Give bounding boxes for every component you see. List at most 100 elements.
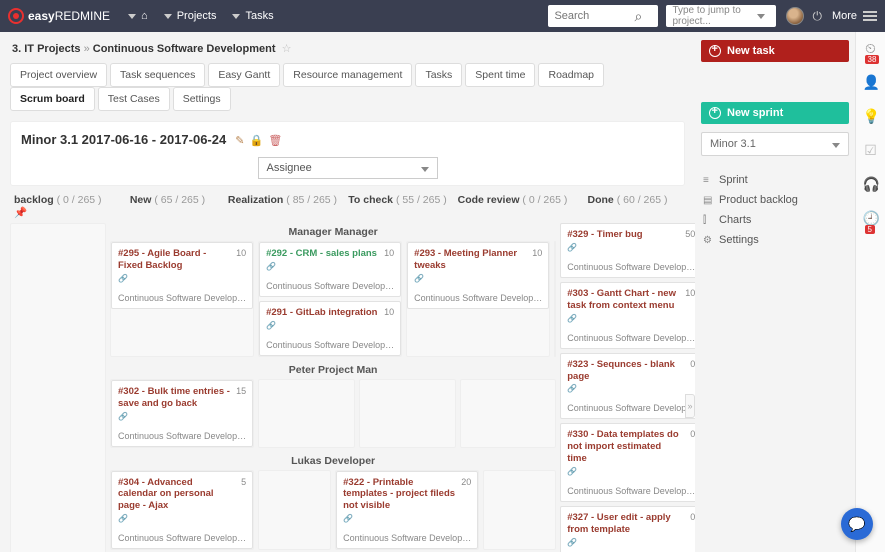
tab-settings[interactable]: Settings [173, 87, 231, 111]
tab-project-overview[interactable]: Project overview [10, 63, 107, 87]
right-iconbar: ⏲38 👤 💡 ☑ 🎧 🕘5 [855, 32, 885, 552]
task-card[interactable]: #302 - Bulk time entries - save and go b… [111, 380, 253, 447]
headset-icon[interactable]: 🎧 [863, 176, 879, 192]
task-card[interactable]: #327 - User edit - apply from template0🔗… [560, 506, 695, 552]
col-header-backlog: backlog ( 0 / 265 ) 📌 [10, 194, 110, 219]
task-card[interactable]: #293 - Meeting Planner tweaks10🔗Continuo… [407, 242, 549, 309]
lane-new[interactable]: #295 - Agile Board - Fixed Backlog10🔗Con… [110, 241, 254, 357]
chevron-down-icon [164, 14, 172, 19]
lane-codereview[interactable] [483, 470, 556, 551]
menu-backlog[interactable]: ▤Product backlog [701, 190, 849, 210]
search-box[interactable] [548, 5, 658, 27]
link-icon: 🔗 [118, 514, 246, 523]
lane-codereview[interactable] [554, 241, 556, 357]
search-input[interactable] [554, 10, 634, 22]
task-card[interactable]: #304 - Advanced calendar on personal pag… [111, 471, 253, 550]
link-icon: 🔗 [567, 538, 695, 547]
breadcrumb-prefix: 3. [12, 43, 21, 55]
assignee-select[interactable]: Assignee [258, 157, 438, 179]
link-icon: 🔗 [567, 243, 695, 252]
tab-scrum-board[interactable]: Scrum board [10, 87, 95, 111]
tab-task-sequences[interactable]: Task sequences [110, 63, 205, 87]
task-card[interactable]: #295 - Agile Board - Fixed Backlog10🔗Con… [111, 242, 253, 309]
home-icon: ⌂ [141, 10, 148, 22]
tab-roadmap[interactable]: Roadmap [538, 63, 604, 87]
project-tabs: Project overviewTask sequencesEasy Gantt… [10, 63, 685, 111]
lane-tocheck[interactable]: #322 - Printable templates - project fil… [335, 470, 479, 551]
card-title: #322 - Printable templates - project fil… [343, 477, 471, 513]
search-icon[interactable] [634, 8, 642, 25]
breadcrumb-current[interactable]: Continuous Software Development [93, 43, 276, 55]
card-title: #304 - Advanced calendar on personal pag… [118, 477, 246, 513]
link-icon: 🔗 [118, 412, 246, 421]
edit-icon[interactable]: ✎ [235, 135, 244, 147]
new-task-button[interactable]: New task [701, 40, 849, 62]
collapse-handle[interactable]: » [685, 394, 695, 418]
bulb-icon[interactable]: 💡 [863, 108, 879, 124]
nav-dropdown-projects[interactable]: Projects [164, 10, 217, 22]
sprint-select[interactable]: Minor 3.1 [701, 132, 849, 156]
gauge-icon[interactable]: ⏲38 [863, 40, 879, 56]
task-card[interactable]: #291 - GitLab integration10🔗Continuous S… [259, 301, 401, 356]
card-project: Continuous Software Develop… [567, 403, 695, 413]
card-title: #292 - CRM - sales plans [266, 248, 394, 260]
plus-icon [709, 107, 721, 119]
card-project: Continuous Software Develop… [266, 281, 394, 291]
lane-tocheck[interactable]: #293 - Meeting Planner tweaks10🔗Continuo… [406, 241, 550, 357]
power-icon[interactable] [812, 9, 822, 24]
user-icon[interactable]: 👤 [863, 74, 879, 90]
link-icon: 🔗 [567, 384, 695, 393]
backlog-lane[interactable] [10, 223, 106, 552]
lane-realization[interactable]: #292 - CRM - sales plans10🔗Continuous So… [258, 241, 402, 357]
menu-sprint[interactable]: ≡Sprint [701, 170, 849, 190]
lock-icon[interactable]: 🔒 [250, 135, 264, 147]
card-points: 15 [236, 386, 246, 396]
nav-tasks-label: Tasks [245, 10, 273, 22]
menu-settings[interactable]: ⚙Settings [701, 230, 849, 250]
lane-realization[interactable] [258, 379, 355, 448]
nav-dropdown-home[interactable]: ⌂ [128, 10, 148, 22]
check-icon[interactable]: ☑ [863, 142, 879, 158]
hamburger-icon[interactable] [863, 9, 877, 23]
tab-tasks[interactable]: Tasks [415, 63, 462, 87]
new-sprint-button[interactable]: New sprint [701, 102, 849, 124]
tab-resource-management[interactable]: Resource management [283, 63, 412, 87]
tab-test-cases[interactable]: Test Cases [98, 87, 170, 111]
link-icon: 🔗 [414, 274, 542, 283]
chevron-down-icon [757, 14, 765, 19]
project-jump[interactable]: Type to jump to project... [666, 5, 776, 27]
lane-new[interactable]: #304 - Advanced calendar on personal pag… [110, 470, 254, 551]
star-icon[interactable] [279, 43, 292, 55]
task-card[interactable]: #330 - Data templates do not import esti… [560, 423, 695, 502]
more-link[interactable]: More [832, 10, 857, 22]
lane-realization[interactable] [258, 470, 331, 551]
chart-icon: ⫿ [703, 215, 719, 226]
avatar[interactable] [786, 7, 804, 25]
task-card[interactable]: #329 - Timer bug50🔗Continuous Software D… [560, 223, 695, 278]
logo-icon [8, 8, 24, 24]
lane-tocheck[interactable] [359, 379, 456, 448]
done-lane[interactable]: #329 - Timer bug50🔗Continuous Software D… [560, 223, 695, 552]
swimlane-title: Peter Project Man [110, 361, 556, 379]
card-title: #295 - Agile Board - Fixed Backlog [118, 248, 246, 272]
clock-icon[interactable]: 🕘5 [863, 210, 879, 226]
task-card[interactable]: #292 - CRM - sales plans10🔗Continuous So… [259, 242, 401, 297]
col-header-tocheck: To check ( 55 / 265 ) [340, 194, 455, 219]
side-menu: ≡Sprint ▤Product backlog ⫿Charts ⚙Settin… [701, 170, 849, 250]
task-card[interactable]: #303 - Gantt Chart - new task from conte… [560, 282, 695, 349]
delete-icon[interactable]: 🗑 [268, 135, 282, 147]
nav-dropdown-tasks[interactable]: Tasks [232, 10, 273, 22]
card-project: Continuous Software Develop… [118, 293, 246, 303]
chat-bubble[interactable] [841, 508, 873, 540]
lane-codereview[interactable] [460, 379, 557, 448]
breadcrumb-parent[interactable]: IT Projects [24, 43, 80, 55]
tab-spent-time[interactable]: Spent time [465, 63, 535, 87]
tab-easy-gantt[interactable]: Easy Gantt [208, 63, 280, 87]
lane-new[interactable]: #302 - Bulk time entries - save and go b… [110, 379, 254, 448]
task-card[interactable]: #323 - Sequnces - blank page0🔗Continuous… [560, 353, 695, 420]
link-icon: 🔗 [343, 514, 471, 523]
logo[interactable]: easyREDMINE [8, 8, 110, 24]
menu-charts[interactable]: ⫿Charts [701, 210, 849, 230]
task-card[interactable]: #322 - Printable templates - project fil… [336, 471, 478, 550]
card-points: 0 [690, 512, 695, 522]
